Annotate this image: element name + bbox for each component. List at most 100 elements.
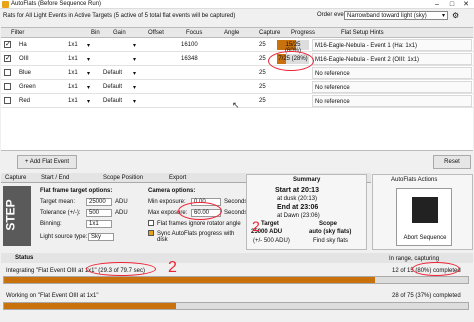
header-row: Rats for All Light Events in Active Targ…: [0, 11, 474, 21]
cell-capture: 25: [259, 56, 266, 62]
status-line-2: Working on "Flat Event OIII at 1x1": [6, 293, 99, 299]
maximize-button[interactable]: □: [445, 0, 459, 9]
col-angle[interactable]: Angle: [224, 30, 239, 36]
table-row[interactable]: Ha 1x1 16100 25 ▾ ▾ 15/25 (60%)M16-Eagle-Nebul…: [1, 38, 473, 54]
binning-select[interactable]: 1x1: [86, 220, 112, 228]
mouse-cursor-icon: ↖: [232, 100, 240, 110]
flat-options-title: Flat frame target options:: [40, 188, 113, 194]
bin-label: Binning:: [40, 221, 62, 227]
light-source-select[interactable]: Sky: [88, 233, 114, 241]
progress-bar-1: [3, 276, 469, 284]
row-hint[interactable]: No reference: [312, 81, 472, 93]
row-hint[interactable]: M16-Eagle-Nebula - Event 1 (Ha: 1x1): [312, 39, 472, 51]
mean-unit: ADU: [115, 199, 128, 205]
status-header: Status In range, capturing: [1, 253, 473, 263]
bin-dropdown-icon[interactable]: ▾: [87, 42, 90, 49]
col-offset[interactable]: Offset: [148, 30, 164, 36]
cell-gain: Default: [103, 98, 123, 104]
tab-export[interactable]: Export: [169, 175, 186, 181]
scope-value: auto (sky flats): [309, 229, 352, 235]
cell-capture: 25: [259, 70, 266, 76]
col-hints[interactable]: Flat Setup Hints: [341, 30, 384, 36]
tab-start-end[interactable]: Start / End: [41, 175, 69, 181]
row-checkbox[interactable]: [4, 69, 11, 76]
bin-dropdown-icon[interactable]: ▾: [87, 98, 90, 105]
sync-progress-checkbox[interactable]: [148, 230, 154, 236]
row-hint[interactable]: No reference: [312, 95, 472, 107]
annotation-number-2a: 2: [252, 218, 260, 234]
tol-label: Tolerance (+/-):: [40, 210, 81, 216]
summary-start-sub: at dusk (20:13): [277, 196, 318, 202]
cell-filter: Green: [19, 84, 36, 90]
row-checkbox[interactable]: [4, 54, 11, 62]
cell-bin: 1x1: [68, 84, 78, 90]
row-hint[interactable]: No reference: [312, 67, 472, 79]
col-capture[interactable]: Capture: [259, 30, 280, 36]
gain-dropdown-icon[interactable]: ▾: [133, 70, 136, 77]
app-icon: [2, 1, 9, 8]
tab-capture[interactable]: Capture: [5, 175, 26, 181]
row-checkbox[interactable]: [4, 97, 11, 104]
status-title: Status: [15, 255, 34, 261]
title-bar: AutoFlats (Before Sequence Run) – □ ✕: [0, 0, 474, 9]
stop-icon: [412, 197, 438, 223]
cell-filter: Blue: [19, 70, 32, 76]
gear-icon[interactable]: ⚙: [452, 11, 459, 20]
gain-dropdown-icon[interactable]: ▾: [133, 42, 136, 49]
col-bin[interactable]: Bin: [91, 30, 100, 36]
order-select[interactable]: Narrowband toward light (sky) ▾: [344, 11, 448, 20]
target-header: Target: [261, 221, 279, 227]
gain-dropdown-icon[interactable]: ▾: [133, 84, 136, 91]
cell-gain: Default: [103, 84, 123, 90]
rats-text: Rats for All Light Events in Active Targ…: [3, 13, 236, 19]
target-mean-input[interactable]: 25000: [86, 198, 112, 206]
gain-dropdown-icon[interactable]: ▾: [133, 56, 136, 63]
cell-bin: 1x1: [68, 98, 78, 104]
cell-bin: 1x1: [68, 42, 78, 48]
table-row[interactable]: Green 1x1 Default 25 ▾ ▾ No reference: [1, 80, 473, 94]
cell-focus: 16348: [181, 56, 198, 62]
add-flat-event-button[interactable]: + Add Flat Event: [17, 155, 77, 169]
col-progress[interactable]: Progress: [291, 30, 315, 36]
table-row[interactable]: OIII1x11634825▾▾7/25 (28%)M16-Eagle-Nebu…: [1, 52, 473, 66]
bin-dropdown-icon[interactable]: ▾: [87, 56, 90, 63]
row-checkbox[interactable]: [4, 40, 11, 48]
tol-unit: ADU: [115, 210, 128, 216]
close-button[interactable]: ✕: [459, 0, 473, 9]
step-label: STEP: [3, 186, 31, 246]
gain-dropdown-icon[interactable]: ▾: [133, 98, 136, 105]
tab-scope-position[interactable]: Scope Position: [103, 175, 143, 181]
table-row[interactable]: Blue 1x1 Default 25 ▾ ▾ No reference: [1, 66, 473, 80]
abort-sequence-button[interactable]: Abort Sequence: [396, 188, 452, 246]
status-line-2-count: 28 of 75 (37%) completed: [392, 293, 461, 299]
summary-panel: Summary Start at 20:13 at dusk (20:13) E…: [246, 174, 367, 250]
reset-button[interactable]: Reset: [433, 155, 471, 169]
summary-end-sub: at Dawn (23:06): [277, 213, 320, 219]
cell-capture: 25: [259, 84, 266, 90]
cell-capture: 25: [259, 42, 266, 48]
col-focus[interactable]: Focus: [186, 30, 202, 36]
light-source-label: Light source type:: [40, 234, 88, 240]
abort-label: Abort Sequence: [403, 235, 447, 241]
row-checkbox[interactable]: [4, 83, 11, 90]
min-unit: Seconds: [224, 199, 248, 205]
scope-header: Scope: [319, 221, 338, 227]
ignore-rotator-checkbox[interactable]: [148, 220, 154, 226]
tolerance-input[interactable]: 500: [86, 209, 112, 217]
bin-dropdown-icon[interactable]: ▾: [87, 84, 90, 91]
cell-filter: Red: [19, 98, 31, 104]
camera-options-title: Camera options:: [148, 188, 196, 194]
cell-filter: OIII: [19, 56, 29, 62]
col-gain[interactable]: Gain: [113, 30, 126, 36]
minimize-button[interactable]: –: [430, 0, 444, 9]
cell-gain: Default: [103, 70, 123, 76]
min-exp-label: Min exposure:: [148, 199, 186, 205]
annotation-circle-integrating: [86, 262, 156, 276]
autoflats-actions-panel: AutoFlats Actions Abort Sequence: [372, 174, 473, 250]
annotation-number-2b: 2: [168, 259, 177, 276]
row-hint[interactable]: M16-Eagle-Nebula - Event 2 (OIII: 1x1): [312, 53, 472, 65]
cell-capture: 25: [259, 98, 266, 104]
autoflats-title: AutoFlats Actions: [391, 177, 438, 183]
bin-dropdown-icon[interactable]: ▾: [87, 70, 90, 77]
col-filter[interactable]: Filter: [11, 30, 24, 36]
